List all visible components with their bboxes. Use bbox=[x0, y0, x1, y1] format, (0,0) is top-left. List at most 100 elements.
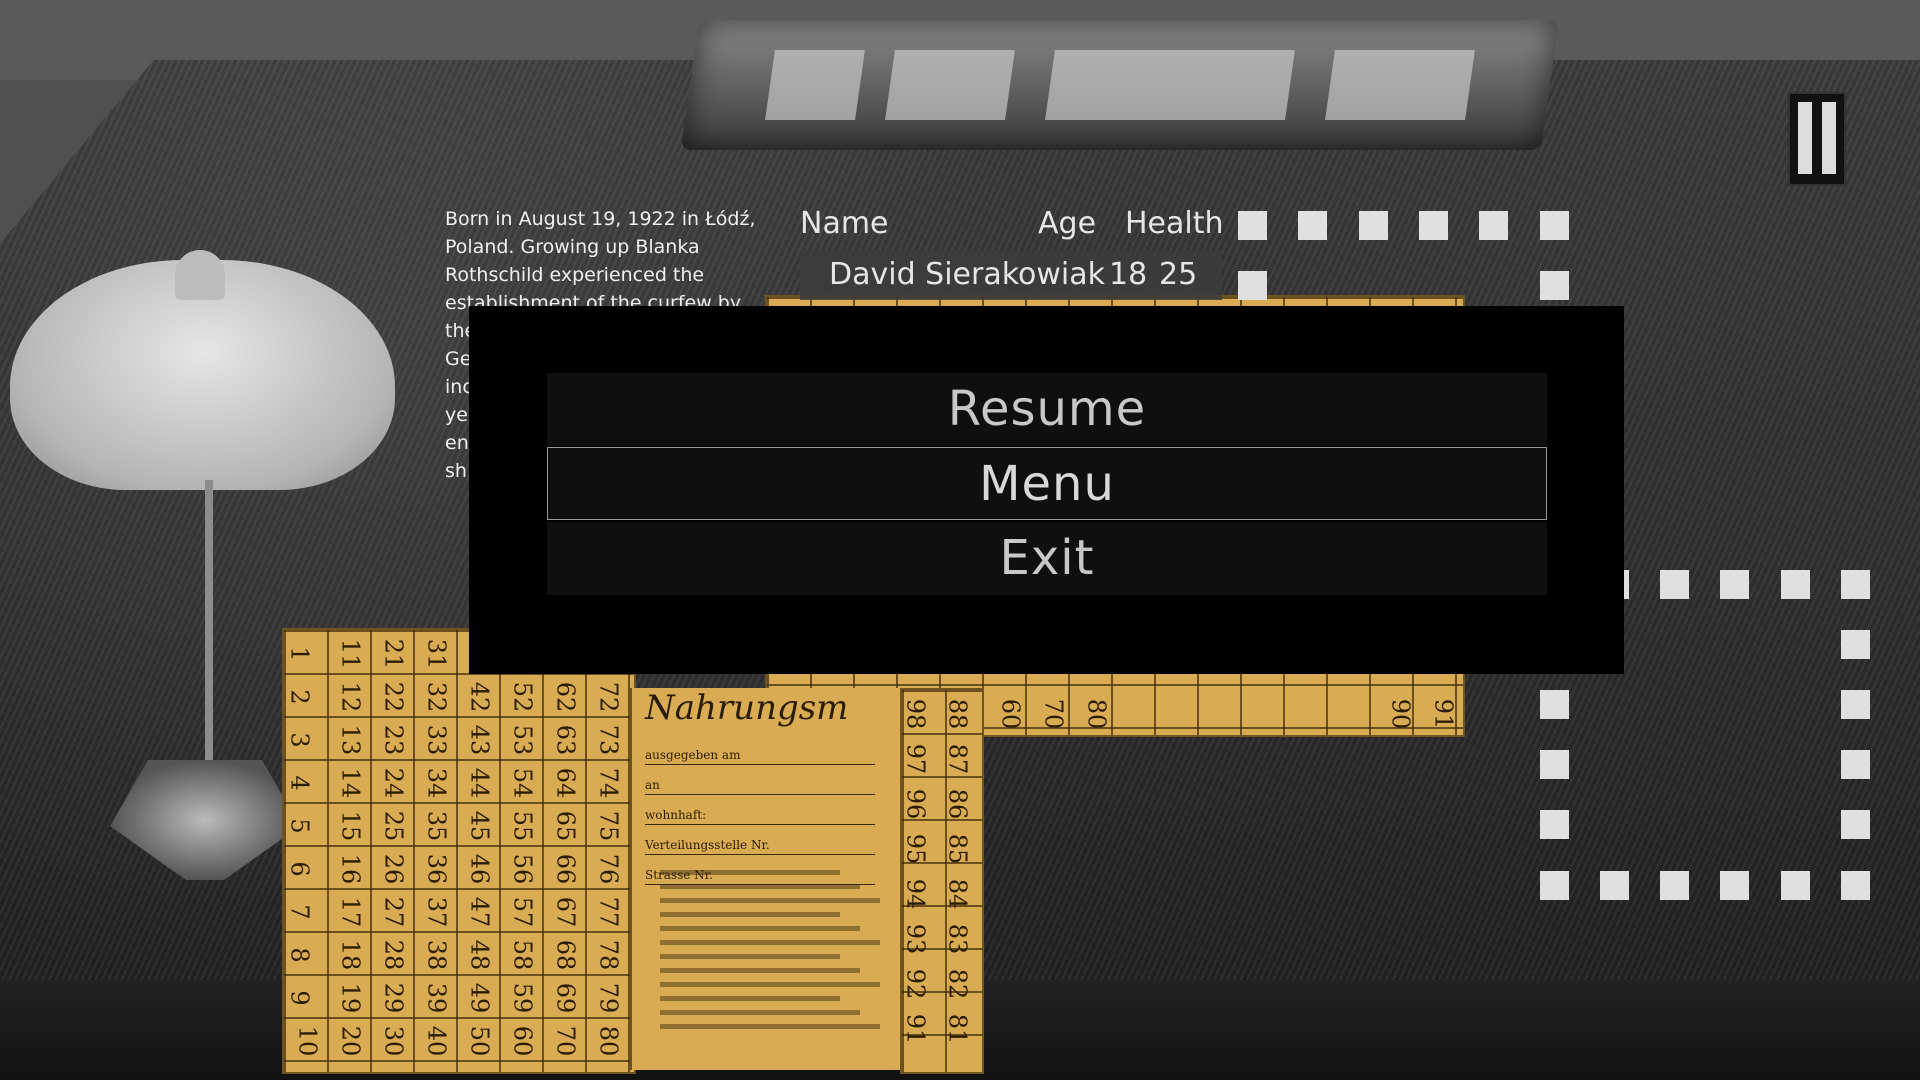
ration-card-title: Nahrungsm bbox=[645, 688, 849, 728]
pause-bar-left bbox=[1798, 102, 1812, 174]
ration-fine-print bbox=[660, 1024, 880, 1029]
ration-field-label: ausgegeben am bbox=[645, 748, 741, 762]
ration-fine-print bbox=[660, 898, 880, 903]
ration-number: 80 bbox=[594, 1025, 623, 1057]
ration-number: 20 bbox=[336, 1025, 365, 1057]
ration-number: 46 bbox=[465, 853, 494, 885]
health-square bbox=[1600, 871, 1629, 900]
ration-number: 42 bbox=[465, 681, 494, 713]
resume-button[interactable]: Resume bbox=[547, 373, 1547, 446]
ration-number: 76 bbox=[594, 853, 623, 885]
ration-number: 18 bbox=[336, 939, 365, 971]
ration-number: 65 bbox=[551, 810, 580, 842]
ration-number: 4 bbox=[285, 775, 314, 791]
ration-field-line bbox=[645, 764, 875, 765]
ration-number: 80 bbox=[1082, 698, 1111, 730]
character-name: David Sierakowiak bbox=[829, 257, 1105, 292]
ration-number: 15 bbox=[336, 810, 365, 842]
ration-field-line bbox=[645, 794, 875, 795]
ration-number: 63 bbox=[551, 724, 580, 756]
game-scene: 10203040506070809091 1234567891011121314… bbox=[0, 0, 1920, 1080]
ration-number: 74 bbox=[594, 767, 623, 799]
health-square bbox=[1479, 211, 1508, 240]
ration-number: 25 bbox=[379, 810, 408, 842]
ration-number: 69 bbox=[551, 982, 580, 1014]
health-square bbox=[1781, 570, 1810, 599]
exit-button[interactable]: Exit bbox=[547, 522, 1547, 595]
menu-button[interactable]: Menu bbox=[547, 447, 1547, 520]
ration-fine-print bbox=[660, 954, 840, 959]
ration-number: 47 bbox=[465, 896, 494, 928]
health-header: Health bbox=[1125, 206, 1224, 241]
ration-number: 97 bbox=[901, 743, 930, 775]
ration-number: 66 bbox=[551, 853, 580, 885]
ration-number: 16 bbox=[336, 853, 365, 885]
ration-number: 50 bbox=[465, 1025, 494, 1057]
ration-number: 19 bbox=[336, 982, 365, 1014]
health-square bbox=[1238, 271, 1267, 300]
pause-bar-right bbox=[1822, 102, 1836, 174]
health-square bbox=[1540, 871, 1569, 900]
ration-number: 38 bbox=[422, 939, 451, 971]
ration-number: 39 bbox=[422, 982, 451, 1014]
ration-fine-print bbox=[660, 912, 840, 917]
health-square bbox=[1540, 750, 1569, 779]
health-square bbox=[1298, 211, 1327, 240]
ration-number: 73 bbox=[594, 724, 623, 756]
health-square bbox=[1841, 810, 1870, 839]
lamp-cap-prop bbox=[175, 250, 225, 300]
health-square bbox=[1540, 211, 1569, 240]
ration-number: 64 bbox=[551, 767, 580, 799]
ration-fine-print bbox=[660, 996, 840, 1001]
ration-field-line bbox=[645, 854, 875, 855]
ration-card-grid bbox=[282, 628, 636, 1074]
ration-number: 68 bbox=[551, 939, 580, 971]
ration-number: 93 bbox=[901, 923, 930, 955]
ration-number: 10 bbox=[293, 1025, 322, 1057]
tray-prop bbox=[680, 20, 1560, 150]
ration-number: 21 bbox=[379, 638, 408, 670]
ration-number: 17 bbox=[336, 896, 365, 928]
ration-number: 40 bbox=[422, 1025, 451, 1057]
health-square bbox=[1781, 871, 1810, 900]
age-header: Age bbox=[1038, 206, 1097, 241]
name-header: Name bbox=[800, 206, 889, 241]
health-square bbox=[1540, 271, 1569, 300]
health-square bbox=[1419, 211, 1448, 240]
health-square bbox=[1540, 690, 1569, 719]
ration-number: 28 bbox=[379, 939, 408, 971]
ration-number: 54 bbox=[508, 767, 537, 799]
ration-number: 6 bbox=[285, 861, 314, 877]
ration-number: 8 bbox=[285, 947, 314, 963]
ration-number: 94 bbox=[901, 878, 930, 910]
health-square bbox=[1660, 871, 1689, 900]
ration-number: 23 bbox=[379, 724, 408, 756]
ration-number: 29 bbox=[379, 982, 408, 1014]
ration-number: 1 bbox=[285, 646, 314, 662]
ration-number: 91 bbox=[901, 1013, 930, 1045]
ration-number: 2 bbox=[285, 689, 314, 705]
ration-number: 84 bbox=[943, 878, 972, 910]
health-square bbox=[1841, 750, 1870, 779]
ration-number: 24 bbox=[379, 767, 408, 799]
ration-number: 87 bbox=[943, 743, 972, 775]
ration-number: 49 bbox=[465, 982, 494, 1014]
pause-menu: Resume Menu Exit bbox=[469, 306, 1624, 674]
ration-number: 77 bbox=[594, 896, 623, 928]
pause-icon[interactable] bbox=[1788, 92, 1846, 186]
health-square bbox=[1720, 570, 1749, 599]
ration-number: 90 bbox=[1386, 698, 1415, 730]
health-square bbox=[1841, 690, 1870, 719]
ration-number: 55 bbox=[508, 810, 537, 842]
health-square bbox=[1841, 871, 1870, 900]
ration-number: 14 bbox=[336, 767, 365, 799]
ration-number: 27 bbox=[379, 896, 408, 928]
ration-number: 48 bbox=[465, 939, 494, 971]
ration-number: 52 bbox=[508, 681, 537, 713]
ration-number: 83 bbox=[943, 923, 972, 955]
ration-number: 75 bbox=[594, 810, 623, 842]
ration-number: 7 bbox=[285, 904, 314, 920]
ration-number: 85 bbox=[943, 833, 972, 865]
ration-field-label: Verteilungsstelle Nr. bbox=[645, 838, 770, 852]
health-square bbox=[1359, 211, 1388, 240]
